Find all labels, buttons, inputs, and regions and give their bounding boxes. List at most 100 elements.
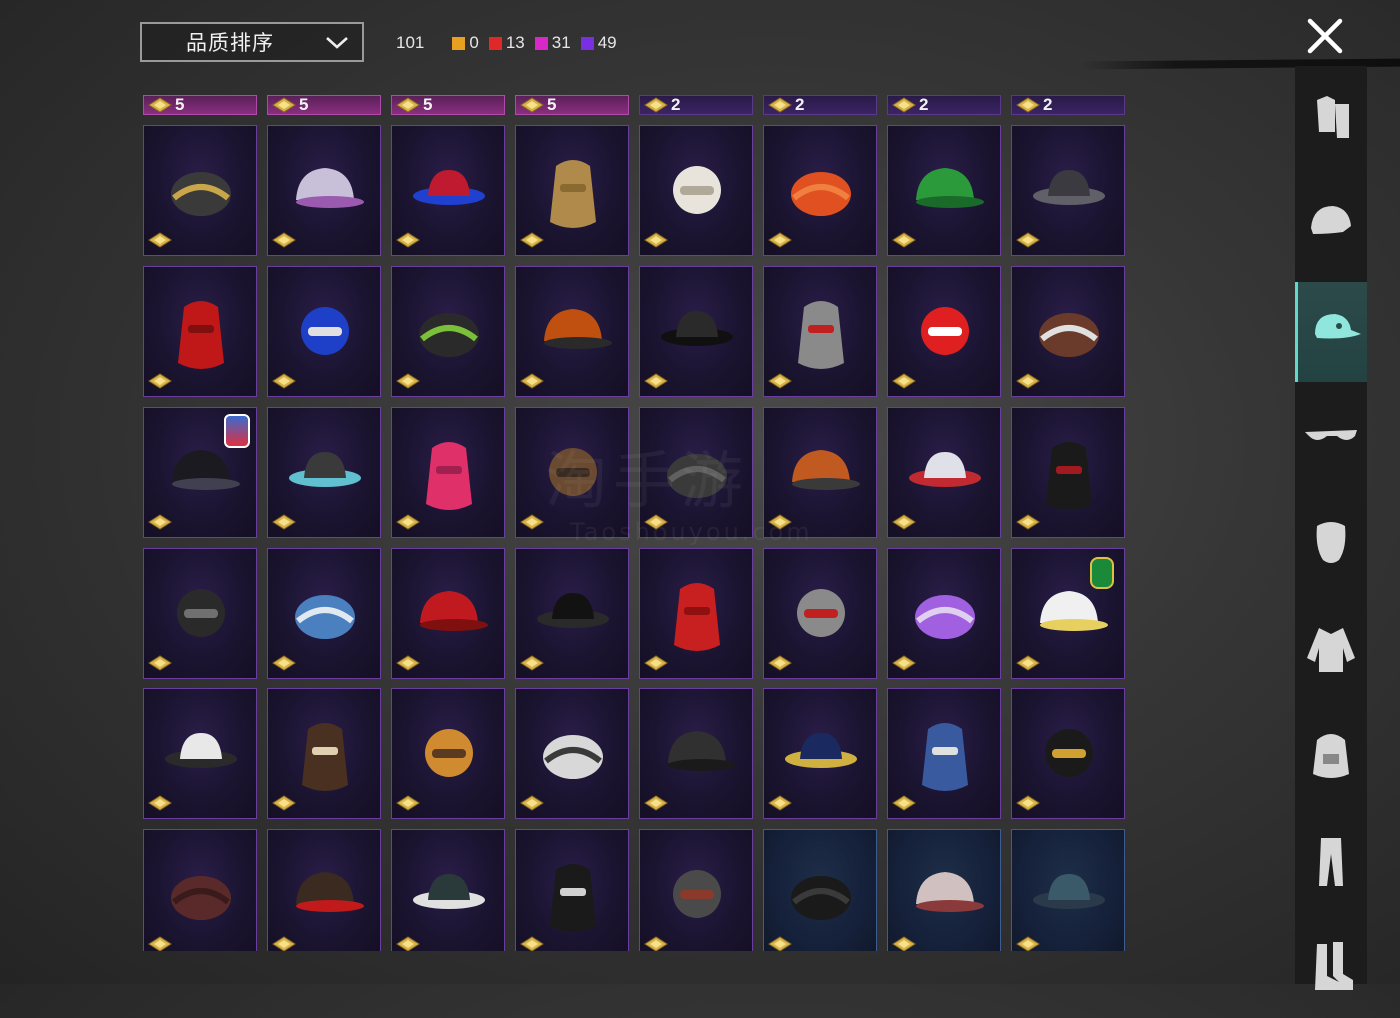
- item-cell-black-red-cap[interactable]: [1011, 407, 1125, 538]
- gem-icon: [768, 655, 792, 671]
- partial-item-cell[interactable]: 2: [887, 95, 1001, 115]
- item-cell-blue-beret[interactable]: [1011, 829, 1125, 951]
- gem-icon: [272, 232, 296, 248]
- item-cell-black-headset-cap[interactable]: [1011, 125, 1125, 256]
- gem-icon: [1016, 795, 1040, 811]
- close-icon[interactable]: [1303, 14, 1347, 58]
- item-quantity: 2: [919, 95, 929, 114]
- item-quantity: 5: [547, 95, 557, 114]
- item-cell-grey-shark-head[interactable]: [763, 548, 877, 679]
- item-cell-clown-mask-hair[interactable]: [1011, 266, 1125, 397]
- item-cell-black-bucket-hat[interactable]: [515, 829, 629, 951]
- partial-item-cell[interactable]: 2: [639, 95, 753, 115]
- item-cell-grey-cap[interactable]: [639, 407, 753, 538]
- item-quantity-row: [396, 231, 423, 249]
- item-quantity-row: [148, 654, 175, 672]
- item-cell-maid-headband[interactable]: [143, 688, 257, 819]
- item-cell-red-officer-cap[interactable]: [267, 829, 381, 951]
- item-cell-striped-pom-beanie[interactable]: [887, 407, 1001, 538]
- item-quantity-row: [520, 513, 547, 531]
- item-cell-black-top-hat[interactable]: [515, 548, 629, 679]
- top-tab[interactable]: [1295, 600, 1367, 700]
- item-quantity-row: [892, 372, 919, 390]
- item-cell-leather-aviator-hat[interactable]: [515, 407, 629, 538]
- gem-icon: [272, 936, 296, 951]
- item-cell-purple-dotted-cap[interactable]: [267, 125, 381, 256]
- gem-icon: [1016, 655, 1040, 671]
- gem-icon: [520, 514, 544, 530]
- rarity-swatch: [488, 36, 502, 50]
- mask-tab[interactable]: [1295, 494, 1367, 594]
- item-cell-red-cat-ears[interactable]: [763, 125, 877, 256]
- item-cell-black-police-cap[interactable]: [143, 407, 257, 538]
- item-cell-white-bandana-cap[interactable]: [887, 829, 1001, 951]
- item-cell-black-gas-mask[interactable]: [639, 266, 753, 397]
- rarity-count: 31: [551, 33, 571, 52]
- item-cell-green-baseball-cap[interactable]: [391, 266, 505, 397]
- partial-item-cell[interactable]: 5: [391, 95, 505, 115]
- partial-item-cell[interactable]: 2: [1011, 95, 1125, 115]
- item-quantity: 5: [299, 95, 309, 114]
- gem-icon: [148, 795, 172, 811]
- item-cell-purple-flower-crown[interactable]: [887, 548, 1001, 679]
- item-cell-blue-cricket-helmet[interactable]: [267, 266, 381, 397]
- backpack-tab[interactable]: [1295, 706, 1367, 806]
- item-cell-goggle-beanie[interactable]: [267, 407, 381, 538]
- item-cell-blonde-horned-hair[interactable]: [515, 125, 629, 256]
- item-cell-goggle-helmet[interactable]: [763, 266, 877, 397]
- eyewear-tab[interactable]: [1295, 388, 1367, 488]
- item-image: [413, 874, 485, 909]
- item-cell-red-mohawk[interactable]: [143, 266, 257, 397]
- item-quantity-row: [148, 794, 175, 812]
- gem-icon: [520, 232, 544, 248]
- item-cell-burger-hat[interactable]: [391, 688, 505, 819]
- item-quantity-row: [768, 231, 795, 249]
- gem-icon: [272, 373, 296, 389]
- outfit-tab[interactable]: [1295, 70, 1367, 170]
- item-cell-orange-braided-mask[interactable]: [515, 266, 629, 397]
- item-cell-white-flower-crown[interactable]: [1011, 548, 1125, 679]
- item-cell-cake-hat[interactable]: [267, 688, 381, 819]
- helmet-tab[interactable]: [1295, 176, 1367, 276]
- outfit-icon: [1317, 96, 1349, 138]
- gem-icon: [396, 232, 420, 248]
- item-cell-red-top-hat[interactable]: [639, 548, 753, 679]
- sort-dropdown[interactable]: 品质排序: [140, 22, 364, 62]
- item-cell-black-gold-cap[interactable]: [1011, 688, 1125, 819]
- inventory-grid: 5 5 5 5 2 2 2 2: [143, 95, 1127, 951]
- item-cell-maroon-fedora[interactable]: [143, 829, 257, 951]
- item-cell-patterned-bandana[interactable]: [391, 829, 505, 951]
- item-cell-black-luchador-mask[interactable]: [143, 548, 257, 679]
- shoes-tab[interactable]: [1295, 918, 1367, 1018]
- item-cell-aviator-goggle-hat[interactable]: [639, 829, 753, 951]
- item-cell-orange-cricket-helmet[interactable]: [763, 407, 877, 538]
- item-cell-red-hair-blue-bow[interactable]: [391, 125, 505, 256]
- item-cell-black-headband[interactable]: [639, 688, 753, 819]
- gem-icon: [1016, 232, 1040, 248]
- hat-tab[interactable]: [1295, 282, 1367, 382]
- item-cell-pilot-cap[interactable]: [763, 688, 877, 819]
- item-cell-shark-hat[interactable]: [267, 548, 381, 679]
- item-cell-black-sports-cap[interactable]: [763, 829, 877, 951]
- gem-icon: [768, 514, 792, 530]
- partial-item-cell[interactable]: 5: [267, 95, 381, 115]
- helmet-icon: [1311, 206, 1351, 234]
- item-cell-blue-sailor-cap[interactable]: [887, 688, 1001, 819]
- item-cell-black-gold-helmet[interactable]: [143, 125, 257, 256]
- item-cell-doctor-head-mirror[interactable]: [515, 688, 629, 819]
- item-cell-red-beret[interactable]: [391, 548, 505, 679]
- pants-tab[interactable]: [1295, 812, 1367, 912]
- item-cell-pink-beret[interactable]: [391, 407, 505, 538]
- gem-icon: [892, 936, 916, 951]
- partial-item-cell[interactable]: 5: [515, 95, 629, 115]
- partial-item-cell[interactable]: 5: [143, 95, 257, 115]
- item-quantity-row: [396, 372, 423, 390]
- gem-icon: [148, 655, 172, 671]
- item-quantity-row: [644, 372, 671, 390]
- item-cell-red-mushroom-hat[interactable]: [887, 266, 1001, 397]
- gem-icon: [396, 936, 420, 951]
- item-cell-green-hair-rpgr[interactable]: [887, 125, 1001, 256]
- partial-item-cell[interactable]: 2: [763, 95, 877, 115]
- item-cell-white-sun-hat[interactable]: [639, 125, 753, 256]
- total-count: 101: [396, 33, 425, 52]
